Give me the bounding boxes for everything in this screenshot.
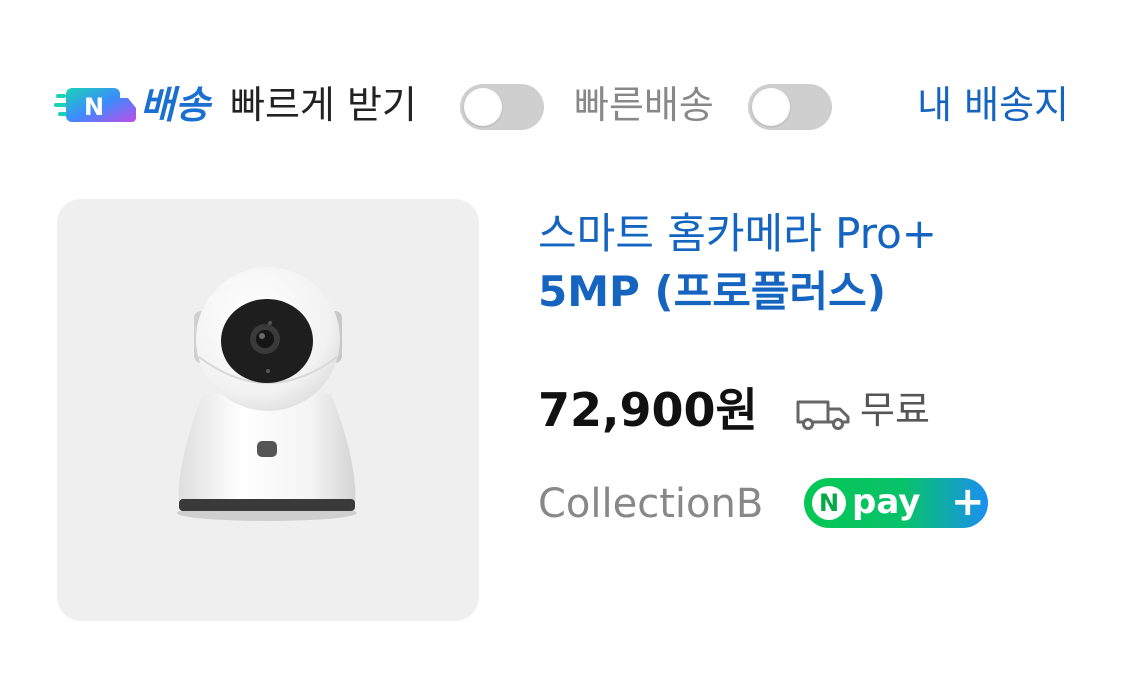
product-image[interactable] <box>57 199 479 621</box>
npay-text: pay <box>852 482 921 522</box>
toggle-knob <box>464 88 502 126</box>
npay-plus-icon: + <box>951 479 985 525</box>
product-title-line1: 스마트 홈카메라 Pro+ <box>538 209 938 258</box>
product-title-link[interactable]: 스마트 홈카메라 Pro+ 5MP (프로플러스) <box>538 205 1098 321</box>
seller-name[interactable]: CollectionB <box>538 478 763 530</box>
delivery-truck-icon <box>796 400 850 430</box>
fast-receive-toggle[interactable] <box>460 84 544 130</box>
product-title-line2: 5MP (프로플러스) <box>538 267 887 316</box>
toggle-knob <box>752 88 790 126</box>
svg-text:N: N <box>84 93 104 121</box>
npay-n-icon: N <box>812 486 846 520</box>
delivery-filter-bar: N 배송 빠르게 받기 빠른배송 내 배송지 <box>0 0 1125 170</box>
npay-plus-badge: N pay + <box>804 478 988 528</box>
fast-receive-label: 빠르게 받기 <box>230 83 417 127</box>
my-address-link[interactable]: 내 배송지 <box>917 80 1069 130</box>
home-camera-image <box>177 267 357 521</box>
n-delivery-truck-icon: N <box>54 88 136 122</box>
quick-delivery-toggle[interactable] <box>748 84 832 130</box>
quick-delivery-label: 빠른배송 <box>574 83 714 127</box>
shipping-fee: 무료 <box>860 388 930 432</box>
product-price: 72,900원 <box>538 383 758 437</box>
n-delivery-label: 배송 <box>140 83 210 127</box>
